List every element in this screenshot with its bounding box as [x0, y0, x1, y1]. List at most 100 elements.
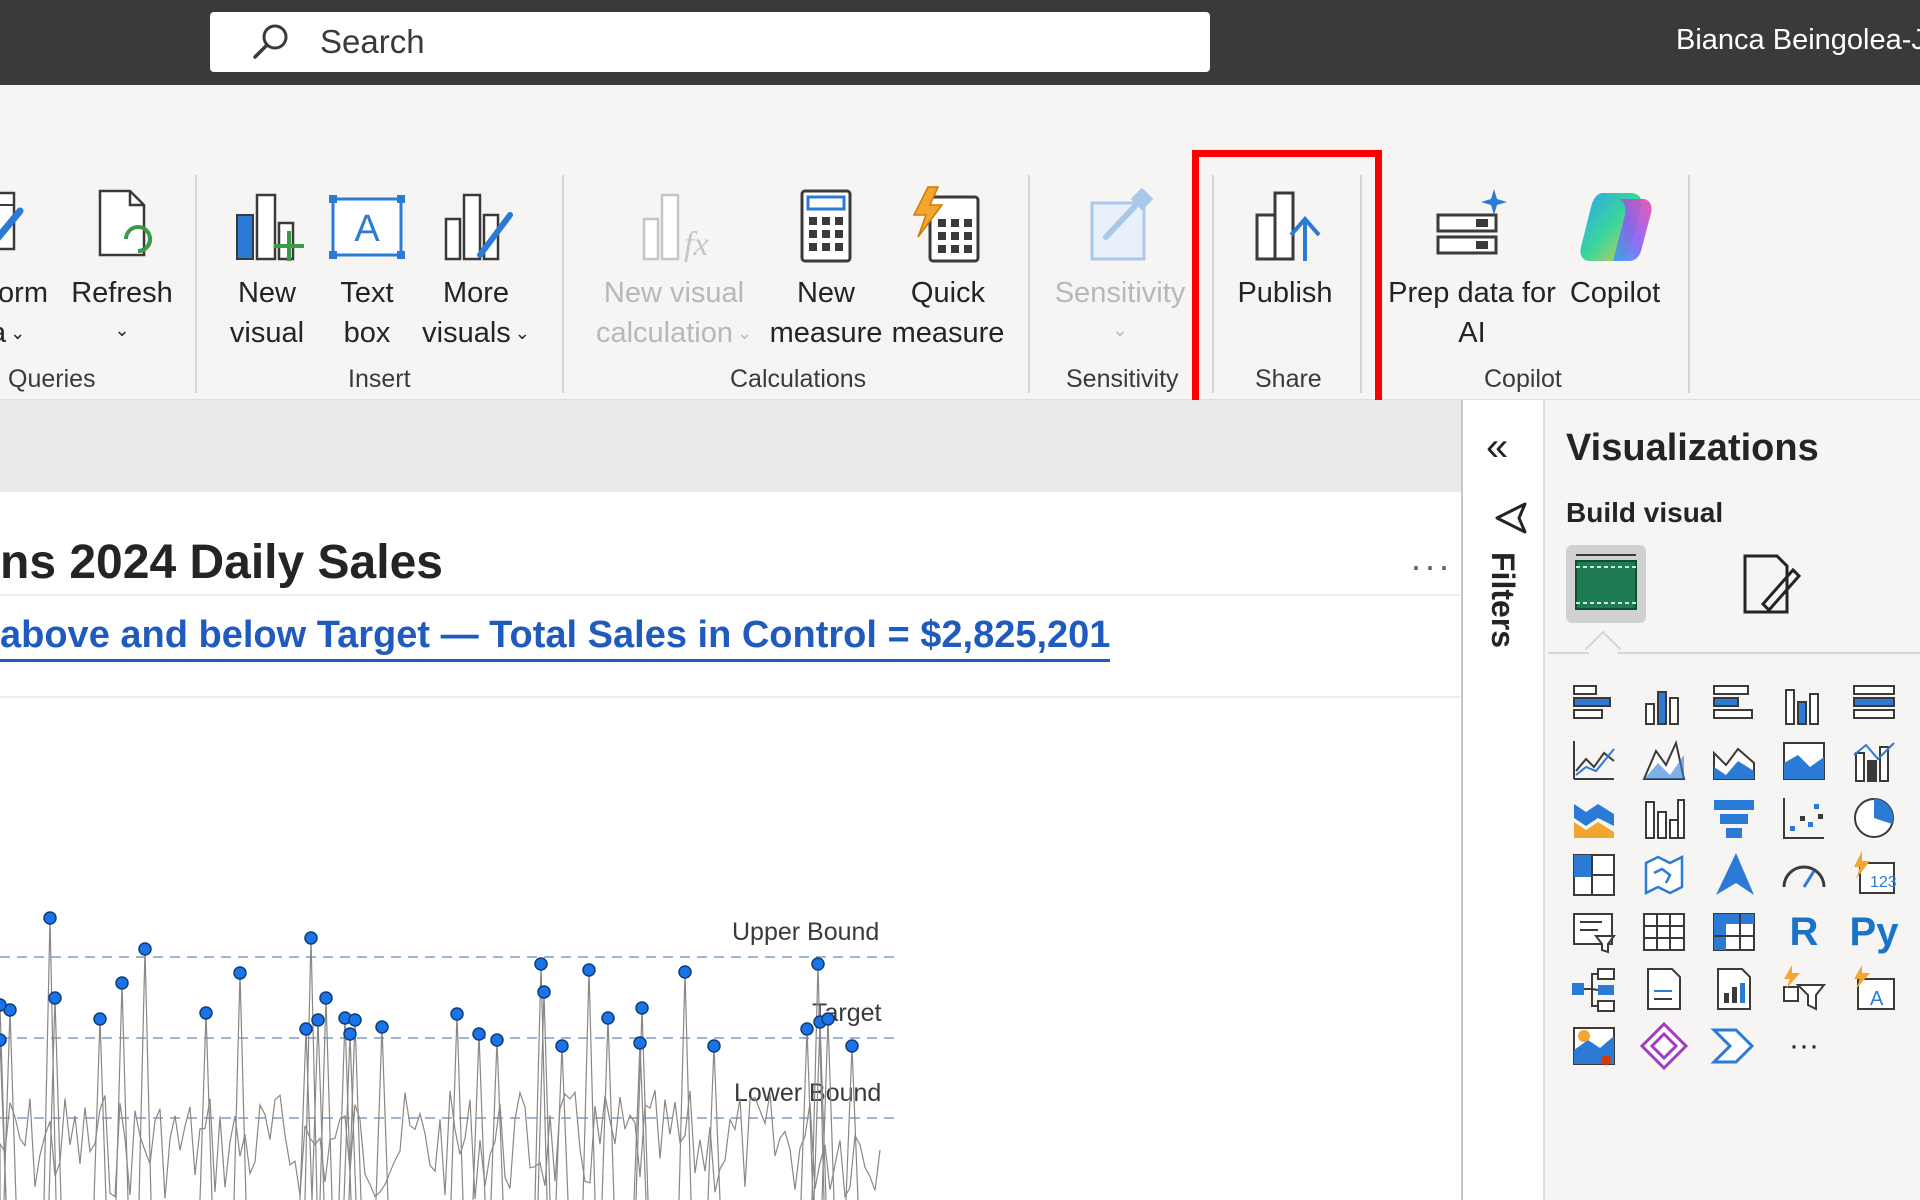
user-name[interactable]: Bianca Beingolea-J [1676, 24, 1920, 57]
data-point[interactable] [490, 1033, 504, 1047]
group-label-calculations: Calculations [730, 365, 867, 393]
data-point[interactable] [348, 1013, 362, 1027]
prep-data-for-ai-button[interactable]: Prep data for AI [1382, 185, 1562, 353]
more-visuals-button[interactable]: More visuals ⌄ [416, 185, 536, 356]
clustered-column-chart-icon[interactable] [1776, 676, 1832, 732]
area-chart-icon[interactable] [1636, 733, 1692, 789]
new-visual-calculation-label-1: New visual [603, 277, 745, 309]
text-box-button[interactable]: A Text box [322, 185, 412, 353]
data-point[interactable] [845, 1039, 859, 1053]
data-point[interactable] [93, 1012, 107, 1026]
data-point[interactable] [472, 1027, 486, 1041]
data-point[interactable] [138, 942, 152, 956]
scatter-chart-icon[interactable] [1776, 790, 1832, 846]
stacked-bar-chart-icon[interactable] [1566, 676, 1622, 732]
new-measure-label-1: New [796, 277, 855, 309]
data-point[interactable] [582, 963, 596, 977]
data-point[interactable] [678, 965, 692, 979]
data-point[interactable] [800, 1022, 814, 1036]
data-point[interactable] [343, 1027, 357, 1041]
data-point[interactable] [319, 991, 333, 1005]
python-visual-icon[interactable]: Py [1846, 904, 1902, 960]
sensitivity-button[interactable]: Sensitivity ⌄ [1050, 185, 1190, 353]
data-point[interactable] [43, 911, 57, 925]
table-icon[interactable] [1636, 904, 1692, 960]
data-point[interactable] [555, 1039, 569, 1053]
group-separator [1688, 175, 1690, 393]
smart-narrative-icon[interactable]: A [1846, 961, 1902, 1017]
data-point[interactable] [304, 931, 318, 945]
data-point[interactable] [115, 976, 129, 990]
search-box[interactable]: Search [210, 12, 1210, 72]
card-icon[interactable]: 123 [1846, 847, 1902, 903]
quick-measure-button[interactable]: Quick measure [888, 185, 1008, 353]
line-and-column-chart-icon[interactable] [1846, 733, 1902, 789]
gauge-icon[interactable] [1776, 847, 1832, 903]
stacked-area-chart-icon[interactable] [1706, 733, 1762, 789]
ribbon-chart-icon[interactable] [1566, 790, 1622, 846]
data-point[interactable] [311, 1013, 325, 1027]
publish-highlight-box [1192, 150, 1382, 433]
data-point[interactable] [0, 1033, 7, 1047]
map-icon[interactable] [1636, 847, 1692, 903]
100-stacked-bar-chart-icon[interactable] [1846, 676, 1902, 732]
decomposition-tree-icon[interactable] [1566, 961, 1622, 1017]
refresh-button[interactable]: Refresh ⌄ [71, 185, 173, 353]
paginated-report-icon[interactable] [1636, 961, 1692, 1017]
azure-map-icon[interactable] [1706, 847, 1762, 903]
treemap-icon[interactable] [1566, 847, 1622, 903]
clustered-bar-chart-icon[interactable] [1706, 676, 1762, 732]
transform-data-label-2: a⌄ [0, 317, 26, 349]
data-point[interactable] [635, 1001, 649, 1015]
control-chart: Upper Bound Target Lower Bound [0, 900, 900, 1200]
data-point[interactable] [233, 966, 247, 980]
power-automate-icon[interactable] [1706, 1018, 1762, 1074]
more-visuals-icon[interactable]: ··· [1776, 1018, 1832, 1074]
waterfall-chart-icon[interactable] [1636, 790, 1692, 846]
narrative-icon[interactable] [1706, 961, 1762, 1017]
arcgis-map-icon[interactable] [1566, 1018, 1622, 1074]
data-point[interactable] [811, 957, 825, 971]
data-point[interactable] [199, 1006, 213, 1020]
new-visual-button[interactable]: New visual [222, 185, 312, 353]
stacked-column-chart-icon[interactable] [1636, 676, 1692, 732]
data-point[interactable] [299, 1022, 313, 1036]
filters-label[interactable]: Filters [1484, 552, 1521, 648]
more-options-icon[interactable]: ··· [1410, 545, 1452, 587]
data-point[interactable] [534, 957, 548, 971]
data-point[interactable] [0, 998, 7, 1012]
build-visual-tab[interactable] [1566, 545, 1646, 623]
matrix-icon[interactable] [1706, 904, 1762, 960]
data-point[interactable] [707, 1039, 721, 1053]
power-apps-icon[interactable] [1636, 1018, 1692, 1074]
data-point[interactable] [821, 1012, 835, 1026]
pie-chart-icon[interactable] [1846, 790, 1902, 846]
quick-measure-icon [912, 186, 980, 263]
data-point[interactable] [450, 1007, 464, 1021]
data-point[interactable] [375, 1020, 389, 1034]
data-point[interactable] [48, 991, 62, 1005]
copilot-button[interactable]: Copilot [1565, 185, 1665, 313]
funnel-chart-icon[interactable] [1706, 790, 1762, 846]
refresh-label: Refresh [71, 277, 173, 309]
data-point[interactable] [537, 985, 551, 999]
transform-data-button[interactable]: form a⌄ [0, 185, 60, 356]
slicer-icon[interactable] [1566, 904, 1622, 960]
r-visual-icon[interactable]: R [1776, 904, 1832, 960]
data-point[interactable] [601, 1011, 615, 1025]
collapse-panes-icon[interactable]: « [1486, 425, 1508, 470]
filter-icon[interactable] [1493, 500, 1529, 536]
format-visual-icon[interactable] [1735, 548, 1805, 618]
key-influencers-icon[interactable] [1776, 961, 1832, 1017]
build-visual-icon [1575, 554, 1637, 610]
100-stacked-area-chart-icon[interactable] [1776, 733, 1832, 789]
series-spike [450, 1013, 464, 1200]
more-visuals-ellipsis: ··· [1789, 1029, 1819, 1062]
new-measure-button[interactable]: New measure [766, 185, 886, 353]
data-point[interactable] [633, 1036, 647, 1050]
line-chart-icon[interactable] [1566, 733, 1622, 789]
lower-bound-label: Lower Bound [734, 1079, 881, 1107]
visual-subtitle-link[interactable]: above and below Target — Total Sales in … [0, 614, 1111, 662]
text-box-icon: A [329, 195, 405, 259]
new-visual-calculation-button[interactable]: fx New visual calculation ⌄ [584, 185, 764, 356]
